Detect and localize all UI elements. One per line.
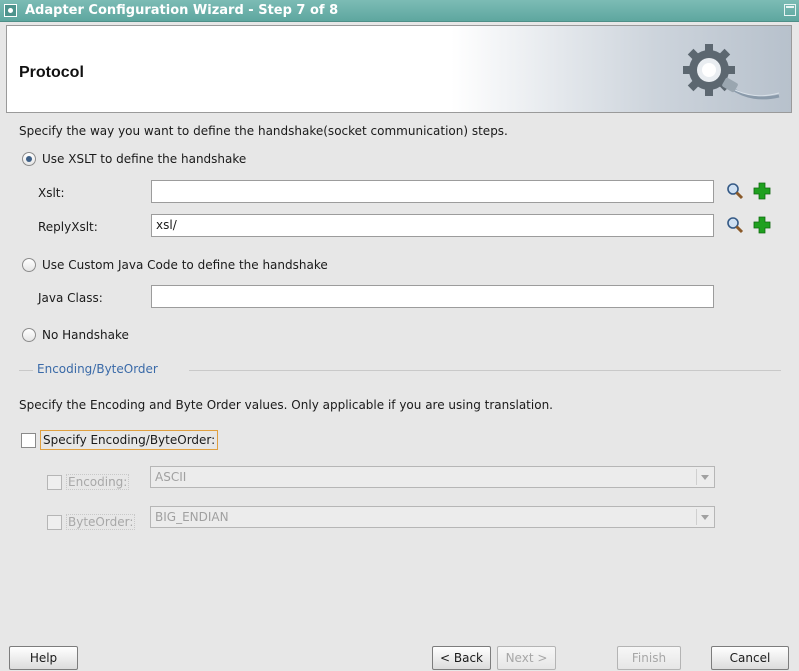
- xslt-option-label: Use XSLT to define the handshake: [42, 152, 247, 166]
- reply-xslt-input[interactable]: xsl/: [151, 214, 714, 237]
- maximize-icon[interactable]: [784, 4, 796, 16]
- byteorder-select[interactable]: BIG_ENDIAN: [150, 506, 715, 528]
- search-icon[interactable]: [726, 182, 744, 200]
- xslt-label: Xslt:: [38, 186, 65, 200]
- title-bar: Adapter Configuration Wizard - Step 7 of…: [0, 0, 799, 22]
- specify-encoding-label[interactable]: Specify Encoding/ByteOrder:: [40, 430, 219, 450]
- gear-plug-icon: [683, 44, 780, 100]
- wizard-header: Protocol: [6, 25, 792, 113]
- byteorder-value: BIG_ENDIAN: [155, 510, 229, 524]
- specify-encoding-checkbox[interactable]: [21, 433, 36, 448]
- encoding-select[interactable]: ASCII: [150, 466, 715, 488]
- encoding-description: Specify the Encoding and Byte Order valu…: [19, 398, 553, 412]
- java-option[interactable]: Use Custom Java Code to define the hands…: [22, 258, 328, 272]
- chevron-down-icon[interactable]: [696, 469, 712, 485]
- no-handshake-radio[interactable]: [22, 328, 36, 342]
- no-handshake-label: No Handshake: [42, 328, 129, 342]
- xslt-input[interactable]: [151, 180, 714, 203]
- next-button[interactable]: Next >: [497, 646, 556, 670]
- page-title: Protocol: [19, 64, 84, 81]
- help-button[interactable]: Help: [9, 646, 78, 670]
- encoding-section-title: Encoding/ByteOrder: [37, 362, 158, 376]
- reply-xslt-label: ReplyXslt:: [38, 220, 98, 234]
- window-title: Adapter Configuration Wizard - Step 7 of…: [25, 3, 339, 18]
- encoding-label: Encoding:: [66, 474, 130, 490]
- java-class-label: Java Class:: [38, 291, 103, 305]
- add-icon[interactable]: [753, 182, 771, 200]
- encoding-value: ASCII: [155, 470, 187, 484]
- search-icon[interactable]: [726, 216, 744, 234]
- java-radio[interactable]: [22, 258, 36, 272]
- handshake-description: Specify the way you want to define the h…: [19, 124, 508, 138]
- java-class-input[interactable]: [151, 285, 714, 308]
- cancel-button[interactable]: Cancel: [711, 646, 789, 670]
- no-handshake-option[interactable]: No Handshake: [22, 328, 129, 342]
- section-divider: [189, 370, 781, 371]
- chevron-down-icon[interactable]: [696, 509, 712, 525]
- section-divider: [19, 370, 33, 371]
- xslt-radio[interactable]: [22, 152, 36, 166]
- window-menu-icon[interactable]: [4, 4, 17, 17]
- add-icon[interactable]: [753, 216, 771, 234]
- finish-button[interactable]: Finish: [617, 646, 681, 670]
- byteorder-label: ByteOrder:: [66, 514, 136, 530]
- java-option-label: Use Custom Java Code to define the hands…: [42, 258, 328, 272]
- encoding-checkbox[interactable]: [47, 475, 62, 490]
- byteorder-checkbox[interactable]: [47, 515, 62, 530]
- back-button[interactable]: < Back: [432, 646, 491, 670]
- xslt-option[interactable]: Use XSLT to define the handshake: [22, 152, 246, 166]
